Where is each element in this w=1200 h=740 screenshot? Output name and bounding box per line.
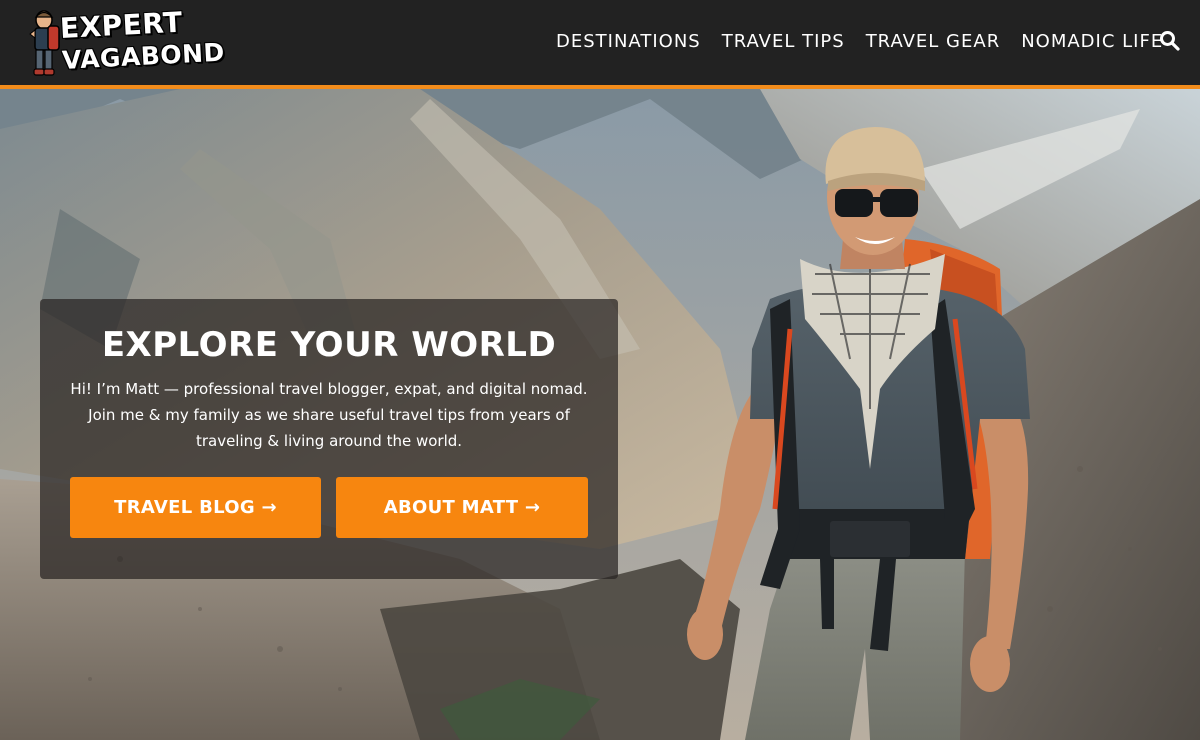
nav-item-nomadic-life[interactable]: NOMADIC LIFE xyxy=(1021,31,1163,52)
search-button[interactable] xyxy=(1159,30,1181,52)
site-logo[interactable]: EXPERT VAGABOND xyxy=(26,5,225,80)
hero-card: EXPLORE YOUR WORLD Hi! I’m Matt — profes… xyxy=(40,299,618,579)
travel-blog-button[interactable]: TRAVEL BLOG → xyxy=(70,477,321,538)
site-header: EXPERT VAGABOND DESTINATIONS TRAVEL TIPS… xyxy=(0,0,1200,85)
nav-item-travel-gear[interactable]: TRAVEL GEAR xyxy=(866,31,1001,52)
hero-title: EXPLORE YOUR WORLD xyxy=(101,325,557,365)
main-nav: DESTINATIONS TRAVEL TIPS TRAVEL GEAR NOM… xyxy=(556,31,1163,52)
logo-text-line1: EXPERT xyxy=(59,5,184,45)
about-matt-button[interactable]: ABOUT MATT → xyxy=(336,477,588,538)
nav-item-destinations[interactable]: DESTINATIONS xyxy=(556,31,701,52)
search-icon xyxy=(1160,31,1180,51)
hero-section: EXPLORE YOUR WORLD Hi! I’m Matt — profes… xyxy=(0,89,1200,740)
nav-item-travel-tips[interactable]: TRAVEL TIPS xyxy=(722,31,845,52)
backpacker-mascot-icon xyxy=(29,10,60,76)
hero-intro-text: Hi! I’m Matt — professional travel blogg… xyxy=(70,380,588,450)
